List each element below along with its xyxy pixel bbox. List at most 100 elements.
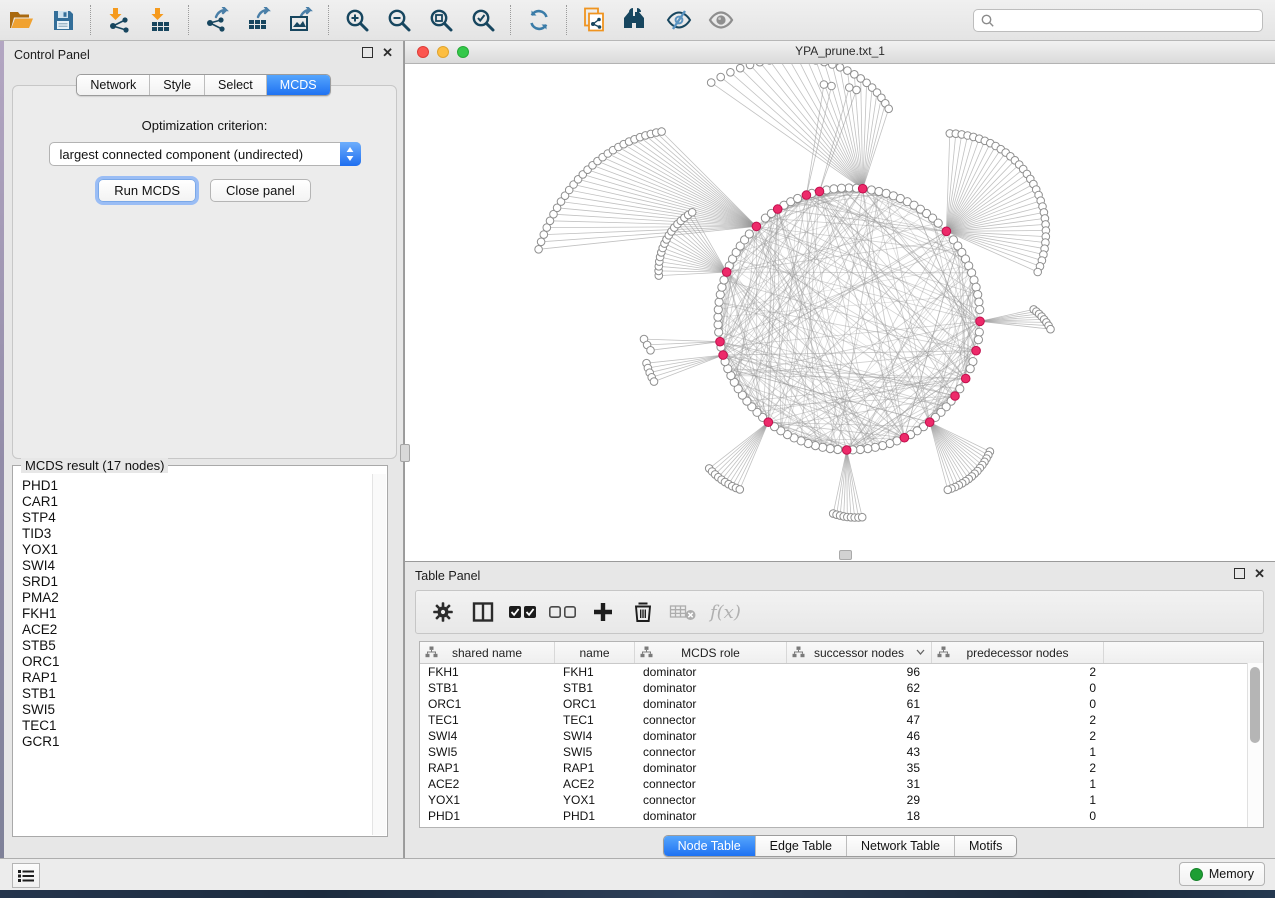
delete-table-icon[interactable] [668, 597, 698, 627]
table-row[interactable]: PHD1PHD1dominator180 [420, 808, 1263, 824]
table-cell[interactable]: SWI4 [555, 728, 635, 744]
table-cell[interactable] [1104, 712, 1263, 728]
close-panel-button[interactable]: Close panel [210, 179, 311, 202]
table-cell[interactable]: 0 [932, 696, 1104, 712]
mcds-result-item[interactable]: ACE2 [22, 622, 373, 638]
table-cell[interactable] [1104, 728, 1263, 744]
search-input[interactable] [996, 13, 1262, 29]
table-cell[interactable]: ORC1 [420, 696, 555, 712]
maximize-window-icon[interactable] [457, 46, 469, 58]
table-cell[interactable] [1104, 776, 1263, 792]
zoom-in-icon[interactable] [342, 5, 372, 35]
import-table-icon[interactable] [146, 5, 176, 35]
mcds-result-item[interactable]: YOX1 [22, 542, 373, 558]
table-cell[interactable]: 31 [787, 776, 932, 792]
table-cell[interactable]: RAP1 [555, 760, 635, 776]
table-cell[interactable]: FKH1 [555, 664, 635, 680]
gear-icon[interactable] [428, 597, 458, 627]
table-scrollbar-thumb[interactable] [1250, 667, 1260, 743]
table-cell[interactable]: YOX1 [420, 792, 555, 808]
tab-network[interactable]: Network [77, 75, 150, 95]
float-table-panel-icon[interactable] [1234, 568, 1245, 579]
table-cell[interactable]: ACE2 [555, 776, 635, 792]
table-cell[interactable]: ORC1 [555, 696, 635, 712]
table-cell[interactable]: TEC1 [420, 712, 555, 728]
mcds-result-item[interactable]: CAR1 [22, 494, 373, 510]
table-cell[interactable]: STB1 [420, 680, 555, 696]
float-panel-icon[interactable] [362, 47, 373, 58]
table-cell[interactable]: 0 [932, 680, 1104, 696]
table-cell[interactable]: 96 [787, 664, 932, 680]
close-panel-icon[interactable]: ✕ [382, 47, 393, 58]
split-columns-icon[interactable] [468, 597, 498, 627]
table-cell[interactable] [1104, 792, 1263, 808]
table-cell[interactable]: SWI4 [420, 728, 555, 744]
table-cell[interactable]: RAP1 [420, 760, 555, 776]
table-cell[interactable]: 2 [932, 664, 1104, 680]
minimize-window-icon[interactable] [437, 46, 449, 58]
table-cell[interactable]: dominator [635, 664, 787, 680]
tab-motifs[interactable]: Motifs [955, 836, 1016, 856]
tab-mcds[interactable]: MCDS [267, 75, 330, 95]
table-cell[interactable]: dominator [635, 680, 787, 696]
table-body[interactable]: FKH1FKH1dominator962STB1STB1dominator620… [420, 664, 1263, 824]
table-cell[interactable]: dominator [635, 696, 787, 712]
table-cell[interactable]: SWI5 [420, 744, 555, 760]
hide-selected-icon[interactable] [664, 5, 694, 35]
table-cell[interactable]: TEC1 [555, 712, 635, 728]
first-neighbors-icon[interactable] [622, 5, 652, 35]
mcds-result-item[interactable]: STB1 [22, 686, 373, 702]
table-row[interactable]: RAP1RAP1dominator352 [420, 760, 1263, 776]
table-cell[interactable]: SWI5 [555, 744, 635, 760]
mcds-result-item[interactable]: TEC1 [22, 718, 373, 734]
tab-style[interactable]: Style [150, 75, 205, 95]
mcds-result-list[interactable]: PHD1CAR1STP4TID3YOX1SWI4SRD1PMA2FKH1ACE2… [14, 474, 373, 835]
tab-edge-table[interactable]: Edge Table [756, 836, 847, 856]
table-cell[interactable]: 61 [787, 696, 932, 712]
close-table-panel-icon[interactable]: ✕ [1254, 568, 1265, 579]
mcds-result-item[interactable]: RAP1 [22, 670, 373, 686]
table-cell[interactable]: YOX1 [555, 792, 635, 808]
table-cell[interactable]: 35 [787, 760, 932, 776]
table-cell[interactable]: 29 [787, 792, 932, 808]
table-cell[interactable]: 1 [932, 776, 1104, 792]
mcds-result-item[interactable]: FKH1 [22, 606, 373, 622]
tab-network-table[interactable]: Network Table [847, 836, 955, 856]
table-row[interactable]: FKH1FKH1dominator962 [420, 664, 1263, 680]
table-cell[interactable]: connector [635, 792, 787, 808]
open-folder-icon[interactable] [6, 5, 36, 35]
table-cell[interactable]: 62 [787, 680, 932, 696]
table-cell[interactable]: ACE2 [420, 776, 555, 792]
table-row[interactable]: SWI5SWI5connector431 [420, 744, 1263, 760]
mcds-result-item[interactable]: GCR1 [22, 734, 373, 750]
add-column-icon[interactable] [588, 597, 618, 627]
table-cell[interactable]: 2 [932, 712, 1104, 728]
mcds-result-item[interactable]: ORC1 [22, 654, 373, 670]
table-row[interactable]: TEC1TEC1connector472 [420, 712, 1263, 728]
table-cell[interactable]: 2 [932, 728, 1104, 744]
memory-button[interactable]: Memory [1179, 862, 1265, 886]
table-cell[interactable]: dominator [635, 728, 787, 744]
zoom-out-icon[interactable] [384, 5, 414, 35]
table-cell[interactable]: dominator [635, 808, 787, 824]
table-cell[interactable]: dominator [635, 760, 787, 776]
mcds-result-item[interactable]: SWI4 [22, 558, 373, 574]
table-cell[interactable] [1104, 808, 1263, 824]
run-mcds-button[interactable]: Run MCDS [98, 179, 196, 202]
sort-chevron-icon[interactable] [916, 649, 925, 655]
import-network-icon[interactable] [104, 5, 134, 35]
save-icon[interactable] [48, 5, 78, 35]
network-window-titlebar[interactable]: YPA_prune.txt_1 [405, 41, 1275, 64]
table-cell[interactable]: 18 [787, 808, 932, 824]
vertical-splitter-handle[interactable] [400, 444, 410, 462]
table-cell[interactable] [1104, 680, 1263, 696]
table-cell[interactable]: connector [635, 712, 787, 728]
export-table-icon[interactable] [244, 5, 274, 35]
column-header-mcds-role[interactable]: MCDS role [635, 642, 787, 663]
horizontal-splitter-handle[interactable] [839, 550, 852, 560]
export-image-icon[interactable] [286, 5, 316, 35]
column-header-successor-nodes[interactable]: successor nodes [787, 642, 932, 663]
select-all-checkboxes-icon[interactable] [508, 597, 538, 627]
table-cell[interactable] [1104, 744, 1263, 760]
table-cell[interactable]: connector [635, 776, 787, 792]
